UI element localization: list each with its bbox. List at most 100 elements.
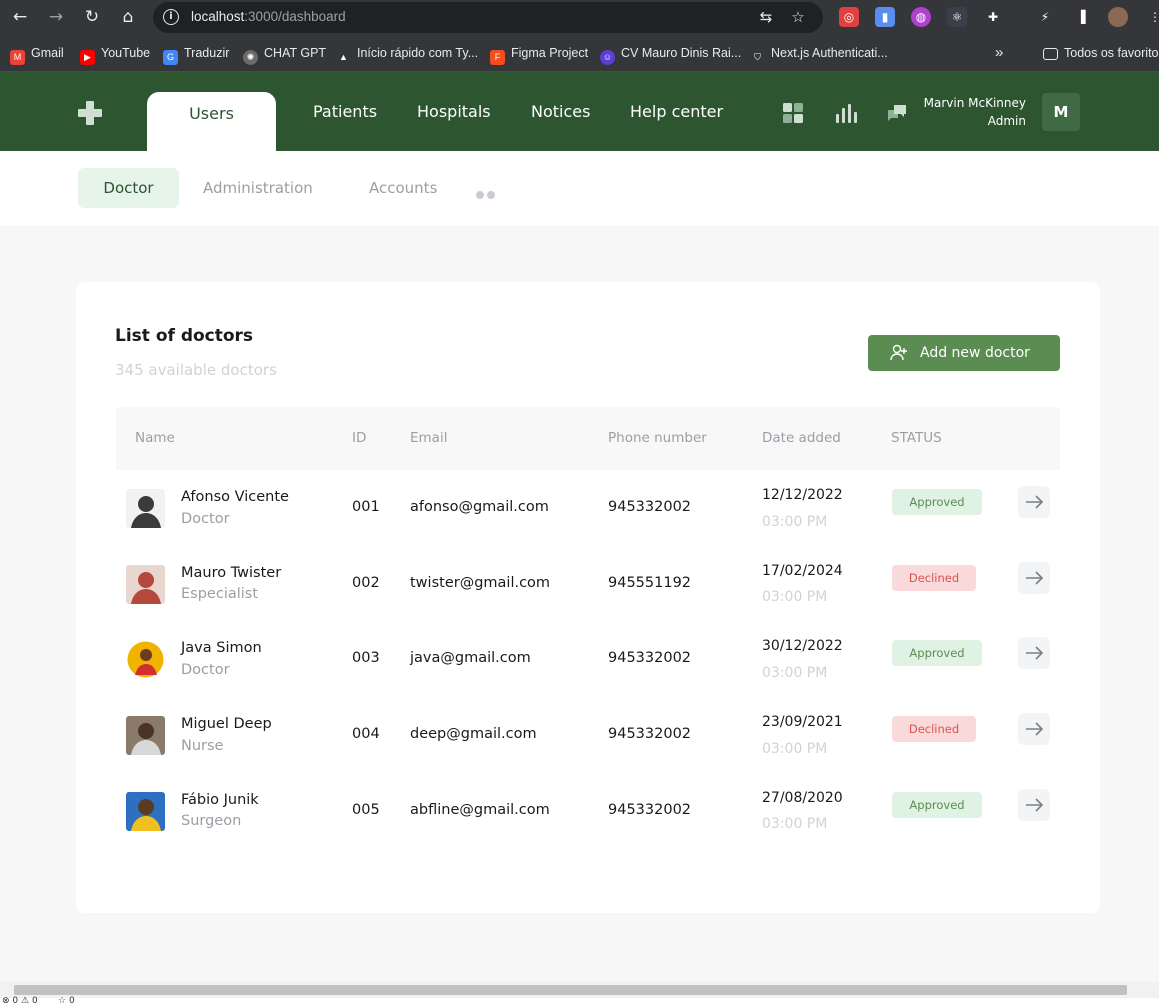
- doctor-id: 005: [352, 802, 380, 818]
- more-options-icon[interactable]: [476, 184, 498, 203]
- arrow-right-icon: [1026, 798, 1044, 812]
- bookmark-star-icon[interactable]: ☆: [789, 8, 807, 26]
- row-arrow-button[interactable]: [1018, 562, 1050, 594]
- extension-icon-1[interactable]: ◎: [839, 7, 859, 27]
- time-added: 03:00 PM: [762, 514, 828, 530]
- bar-chart-icon[interactable]: [835, 102, 857, 124]
- browser-menu-icon[interactable]: ⋮: [1145, 7, 1159, 27]
- bookmark-gmail[interactable]: M Gmail: [10, 44, 64, 65]
- doctor-name: Java Simon: [181, 640, 262, 656]
- page-title: List of doctors: [115, 326, 254, 346]
- date-added: 27/08/2020: [762, 790, 843, 806]
- date-added: 17/02/2024: [762, 563, 843, 579]
- extension-icon-4[interactable]: ⚛: [947, 7, 967, 27]
- site-info-icon[interactable]: i: [163, 9, 179, 25]
- tab-help-center[interactable]: Help center: [630, 102, 723, 121]
- row-arrow-button[interactable]: [1018, 486, 1050, 518]
- time-added: 03:00 PM: [762, 589, 828, 605]
- bookmark-figma[interactable]: F Figma Project: [490, 44, 588, 65]
- more-bookmarks-icon[interactable]: »: [995, 44, 1003, 62]
- subtab-accounts[interactable]: Accounts: [369, 168, 437, 208]
- bookmark-all-folder[interactable]: Todos os favoritos: [1043, 44, 1159, 62]
- bookmarks-bar: M Gmail ▶ YouTube G Traduzir ✺ CHAT GPT ▲ Iní…: [0, 35, 1159, 72]
- avatar[interactable]: M: [1042, 93, 1080, 131]
- side-panel-icon[interactable]: ▐: [1071, 7, 1091, 27]
- add-new-doctor-button[interactable]: Add new doctor: [868, 335, 1060, 371]
- column-header-phone[interactable]: Phone number: [608, 430, 707, 446]
- devtools-status-strip: ⊗ 0 ⚠ 0 ☆ 0: [0, 996, 1159, 1008]
- doctor-photo: [126, 640, 165, 679]
- doctor-name: Mauro Twister: [181, 565, 282, 581]
- extension-icon-2[interactable]: ▮: [875, 7, 895, 27]
- date-added: 30/12/2022: [762, 638, 843, 654]
- medical-cross-logo-icon[interactable]: [78, 101, 102, 125]
- tab-patients[interactable]: Patients: [313, 102, 377, 121]
- bookmark-nextjs[interactable]: ⛉ Next.js Authenticati...: [750, 44, 888, 62]
- date-added: 23/09/2021: [762, 714, 843, 730]
- doctor-name: Fábio Junik: [181, 792, 259, 808]
- doctor-id: 002: [352, 575, 380, 591]
- extension-icon-3[interactable]: ◍: [911, 7, 931, 27]
- column-header-email[interactable]: Email: [410, 430, 447, 446]
- subtab-doctor[interactable]: Doctor: [78, 168, 179, 208]
- back-icon[interactable]: ←: [8, 6, 32, 28]
- time-added: 03:00 PM: [762, 741, 828, 757]
- doctor-phone: 945332002: [608, 650, 692, 666]
- translate-page-icon[interactable]: ⇆: [757, 8, 775, 26]
- performance-icon[interactable]: ⚡: [1035, 7, 1055, 27]
- address-bar[interactable]: i localhost:3000/dashboard ⇆ ☆: [153, 2, 823, 33]
- row-arrow-button[interactable]: [1018, 789, 1050, 821]
- forward-icon[interactable]: →: [44, 6, 68, 28]
- scrollbar-thumb[interactable]: [14, 985, 1127, 995]
- column-header-id[interactable]: ID: [352, 430, 366, 446]
- tab-users[interactable]: Users: [147, 92, 276, 152]
- doctor-phone: 945332002: [608, 499, 692, 515]
- horizontal-scrollbar[interactable]: [0, 982, 1159, 998]
- add-new-doctor-label: Add new doctor: [920, 345, 1030, 361]
- tab-notices[interactable]: Notices: [531, 102, 590, 121]
- row-arrow-button[interactable]: [1018, 713, 1050, 745]
- doctor-role: Nurse: [181, 738, 224, 754]
- column-header-date[interactable]: Date added: [762, 430, 841, 446]
- doctor-role: Doctor: [181, 511, 230, 527]
- doctor-phone: 945332002: [608, 726, 692, 742]
- tab-users-label: Users: [189, 104, 234, 123]
- url-text[interactable]: localhost:3000/dashboard: [191, 9, 346, 24]
- profile-avatar-icon[interactable]: [1108, 7, 1128, 27]
- user-role: Admin: [987, 114, 1026, 128]
- row-arrow-button[interactable]: [1018, 637, 1050, 669]
- error-count: ⊗ 0 ⚠ 0: [2, 996, 38, 1006]
- doctor-photo: [126, 792, 165, 831]
- doctor-count: 345 available doctors: [115, 361, 277, 379]
- bookmark-cv[interactable]: ☺ CV Mauro Dinis Rai...: [600, 44, 741, 65]
- doctor-name: Miguel Deep: [181, 716, 272, 732]
- doctor-id: 004: [352, 726, 380, 742]
- doctor-email: java@gmail.com: [410, 650, 531, 666]
- column-header-status[interactable]: STATUS: [891, 430, 942, 446]
- info-count: ☆ 0: [58, 996, 75, 1006]
- status-badge: Approved: [892, 792, 982, 818]
- home-icon[interactable]: ⌂: [116, 6, 140, 28]
- messages-icon[interactable]: [886, 102, 908, 124]
- folder-icon: [1043, 48, 1058, 60]
- doctor-role: Especialist: [181, 586, 259, 602]
- doctor-email: abfline@gmail.com: [410, 802, 550, 818]
- dashboard-grid-icon[interactable]: [782, 102, 804, 124]
- add-user-icon: [890, 344, 907, 361]
- cv-icon: ☺: [600, 50, 615, 65]
- status-badge: Approved: [892, 489, 982, 515]
- extensions-puzzle-icon[interactable]: ✚: [983, 7, 1003, 27]
- bookmark-chatgpt[interactable]: ✺ CHAT GPT: [243, 44, 326, 65]
- status-badge: Approved: [892, 640, 982, 666]
- subtab-administration[interactable]: Administration: [203, 168, 313, 208]
- reload-icon[interactable]: ↻: [80, 6, 104, 28]
- bookmark-traduzir[interactable]: G Traduzir: [163, 44, 229, 65]
- column-header-name[interactable]: Name: [135, 430, 175, 446]
- youtube-icon: ▶: [80, 50, 95, 65]
- bookmark-typescript[interactable]: ▲ Início rápido com Ty...: [336, 44, 478, 62]
- bookmark-youtube[interactable]: ▶ YouTube: [80, 44, 150, 65]
- gmail-icon: M: [10, 50, 25, 65]
- browser-toolbar: ← → ↻ ⌂ i localhost:3000/dashboard ⇆ ☆ ◎…: [0, 0, 1159, 35]
- status-badge: Declined: [892, 565, 976, 591]
- tab-hospitals[interactable]: Hospitals: [417, 102, 491, 121]
